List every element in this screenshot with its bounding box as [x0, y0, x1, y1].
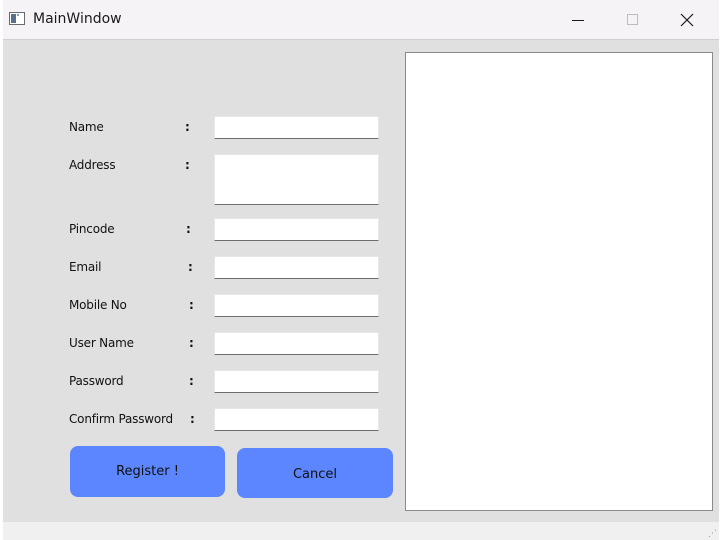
confirm-password-label: Confirm Password: [69, 412, 173, 426]
mobile-colon: :: [189, 298, 194, 312]
window-app-icon: [9, 12, 25, 25]
title-bar[interactable]: MainWindow: [3, 0, 719, 40]
address-input[interactable]: [214, 154, 379, 205]
mobile-input[interactable]: [214, 294, 379, 317]
register-button[interactable]: Register !: [70, 446, 225, 497]
cancel-button[interactable]: Cancel: [237, 448, 393, 498]
password-label: Password: [69, 374, 124, 388]
preview-panel: [405, 52, 713, 511]
email-label: Email: [69, 260, 102, 274]
name-label: Name: [69, 120, 104, 134]
pincode-colon: :: [186, 222, 191, 236]
email-input[interactable]: [214, 256, 379, 279]
confirm-password-input[interactable]: [214, 408, 379, 431]
maximize-icon: [627, 13, 638, 25]
mobile-label: Mobile No: [69, 298, 127, 312]
confirm-password-colon: :: [190, 412, 195, 426]
username-label: User Name: [69, 336, 134, 350]
username-input[interactable]: [214, 332, 379, 355]
address-colon: :: [185, 158, 190, 172]
email-colon: :: [188, 260, 193, 274]
pincode-label: Pincode: [69, 222, 115, 236]
address-label: Address: [69, 158, 116, 172]
name-input[interactable]: [214, 116, 379, 139]
pincode-input[interactable]: [214, 218, 379, 241]
password-input[interactable]: [214, 370, 379, 393]
resize-grip-icon[interactable]: ⋰: [708, 529, 717, 539]
minimize-icon: [572, 19, 584, 21]
password-colon: :: [189, 374, 194, 388]
window-title: MainWindow: [33, 11, 122, 27]
maximize-button[interactable]: [610, 0, 656, 39]
main-window: MainWindow Name Address Pincode Email Mo…: [3, 0, 719, 540]
minimize-button[interactable]: [555, 0, 601, 39]
status-bar: ⋰: [3, 522, 719, 540]
name-colon: :: [185, 120, 190, 134]
username-colon: :: [189, 336, 194, 350]
close-icon: [680, 13, 694, 26]
close-button[interactable]: [664, 0, 710, 39]
